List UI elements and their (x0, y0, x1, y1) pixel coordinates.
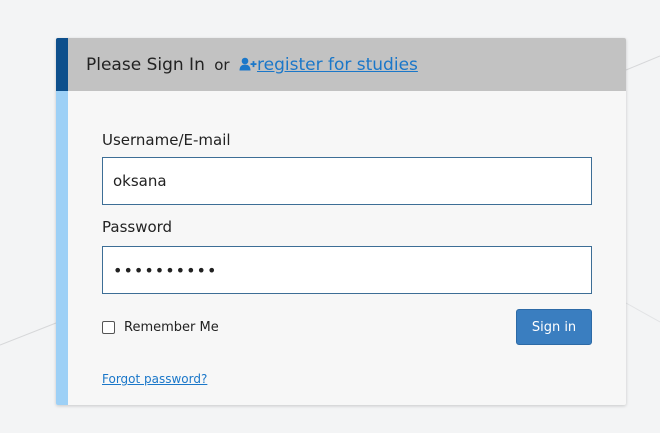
register-link[interactable]: register for studies (237, 55, 418, 75)
body-accent-bar (56, 91, 68, 405)
register-link-label: register for studies (257, 55, 418, 75)
or-text: or (214, 56, 230, 74)
card-header: Please Sign In or register for studies (56, 38, 626, 91)
sign-in-title: Please Sign In (86, 55, 205, 75)
header-accent-bar (56, 38, 68, 91)
header-text: Please Sign In or register for studies (86, 54, 418, 76)
remember-me[interactable]: Remember Me (102, 320, 219, 335)
password-input[interactable] (102, 246, 592, 294)
username-label: Username/E-mail (102, 131, 231, 149)
sign-in-button[interactable]: Sign in (516, 309, 592, 345)
user-plus-icon (239, 57, 257, 71)
forgot-password-link[interactable]: Forgot password? (102, 372, 207, 386)
remember-me-checkbox[interactable] (102, 321, 115, 334)
username-input[interactable] (102, 157, 592, 205)
sign-in-card: Please Sign In or register for studies U… (56, 38, 626, 405)
remember-me-label: Remember Me (124, 320, 219, 335)
password-label: Password (102, 218, 173, 236)
